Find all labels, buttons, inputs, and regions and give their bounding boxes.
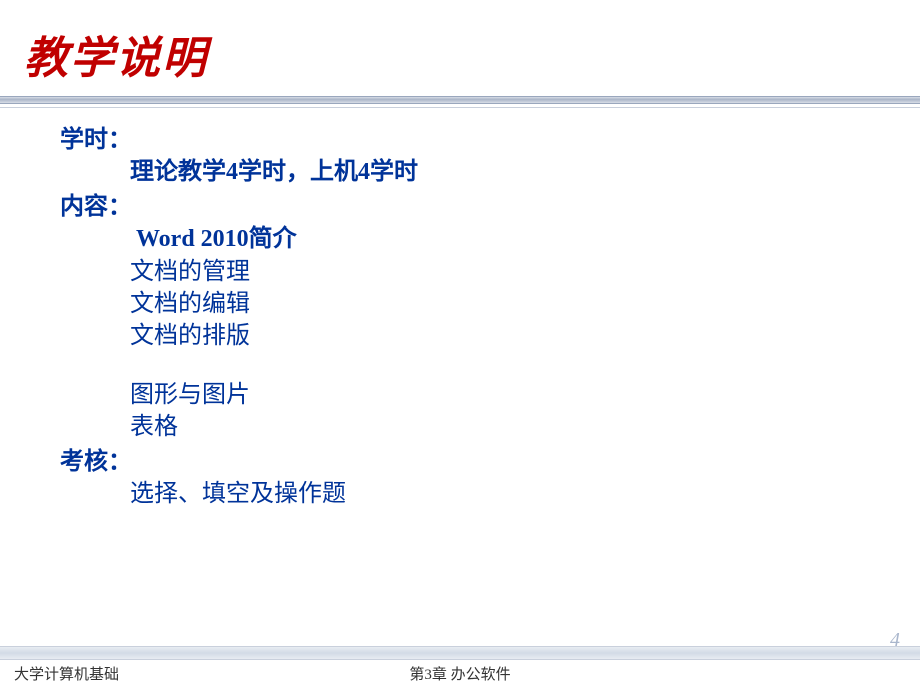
content-item-1: 文档的管理 [60,256,920,288]
content-item-4: 图形与图片 [60,379,920,411]
footer-divider [0,646,920,660]
content-item-3: 文档的排版 [60,320,920,352]
assessment-detail: 选择、填空及操作题 [60,478,920,510]
blank-line [60,353,920,379]
footer-left-text: 大学计算机基础 [14,663,119,684]
hours-label: 学时： [60,124,920,156]
content-item-2: 文档的编辑 [60,288,920,320]
content-label: 内容： [60,191,920,223]
hours-detail: 理论教学4学时，上机4学时 [60,156,920,188]
assessment-label: 考核： [60,446,920,478]
slide-title: 教学说明 [0,0,920,86]
title-divider [0,96,920,104]
footer-center-text: 第3章 办公软件 [409,663,510,684]
content-item-0: Word 2010简介 [60,223,920,255]
content-item-5: 表格 [60,411,920,443]
slide-content: 学时： 理论教学4学时，上机4学时 内容： Word 2010简介 文档的管理 … [0,104,920,510]
